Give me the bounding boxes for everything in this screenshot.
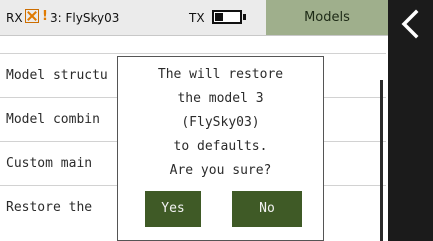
current-model-label: 3: FlySky03	[50, 11, 120, 25]
battery-icon	[212, 10, 242, 24]
dialog-message-line: The will restore	[157, 67, 284, 82]
tx-label: TX	[189, 11, 205, 25]
dialog-message-line: the model 3	[177, 91, 264, 106]
list-spacer	[0, 36, 386, 54]
dialog-message-line: to defaults.	[173, 139, 268, 154]
chevron-left-icon	[401, 9, 419, 39]
list-item-label: Model combin	[6, 112, 100, 127]
status-bar: RX ! 3: FlySky03 TX Models	[0, 0, 388, 36]
back-button[interactable]	[388, 0, 433, 241]
rx-disconnected-icon	[25, 9, 39, 23]
list-item-label: Restore the	[6, 200, 93, 215]
battery-terminal	[243, 14, 246, 20]
list-item-label: Custom main	[6, 156, 93, 171]
list-item-label: Model structu	[6, 68, 108, 83]
page-title: Models	[266, 0, 388, 35]
no-button[interactable]: No	[232, 191, 302, 227]
warning-icon: !	[42, 9, 48, 24]
scrollbar[interactable]	[380, 80, 383, 241]
battery-level	[215, 13, 223, 21]
dialog-message-line: (FlySky03)	[181, 115, 260, 130]
yes-button[interactable]: Yes	[145, 191, 201, 227]
rx-label: RX	[6, 11, 23, 25]
dialog-message-line: Are you sure?	[169, 163, 272, 178]
confirm-dialog: The will restore the model 3 (FlySky03) …	[117, 56, 324, 241]
